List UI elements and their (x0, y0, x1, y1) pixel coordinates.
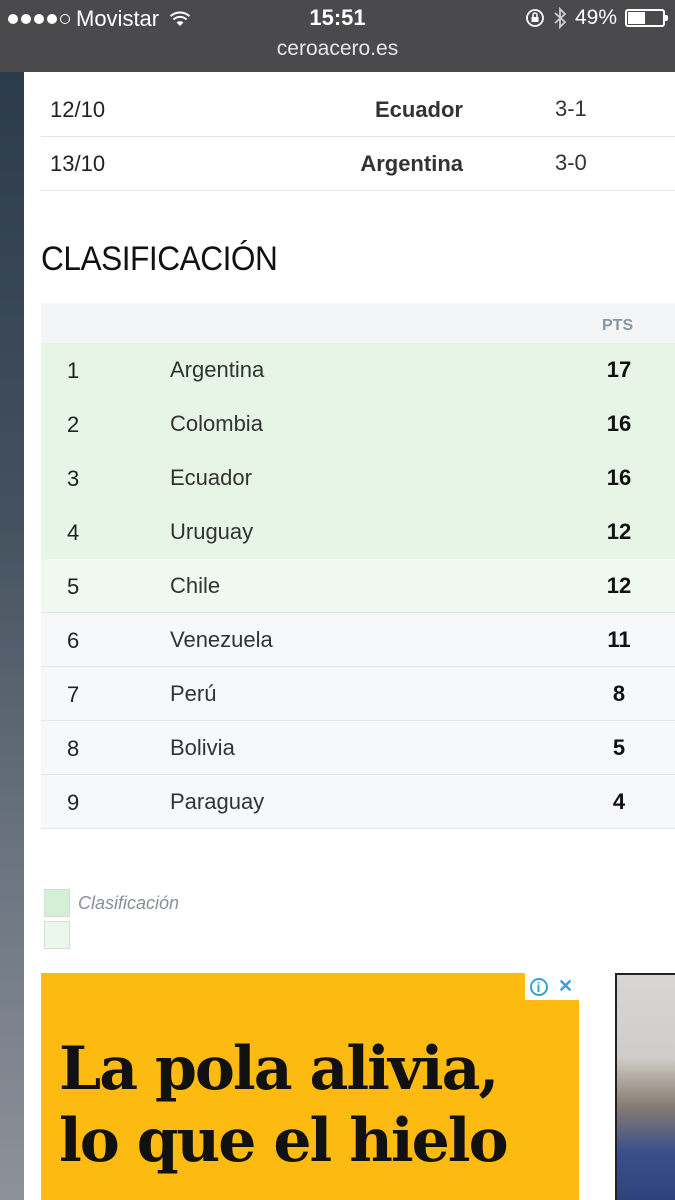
legend-item: Clasificación (44, 887, 179, 919)
match-row[interactable]: 12/10 Ecuador 3-1 (41, 83, 675, 137)
table-row[interactable]: 2 Colombia 16 (41, 397, 675, 451)
team-name[interactable]: Bolivia (170, 735, 235, 761)
team-name[interactable]: Colombia (170, 411, 263, 437)
team-name[interactable]: Paraguay (170, 789, 264, 815)
match-team[interactable]: Argentina (360, 151, 463, 177)
table-row[interactable]: 4 Uruguay 12 (41, 505, 675, 559)
position: 5 (67, 574, 80, 599)
match-score[interactable]: 3-1 (555, 96, 587, 122)
table-row[interactable]: 1 Argentina 17 (41, 343, 675, 397)
legend-label: Clasificación (78, 892, 180, 913)
background-edge (0, 72, 24, 1200)
team-name[interactable]: Perú (170, 681, 216, 707)
ad-line: La pola alivia, (59, 1034, 499, 1104)
points: 16 (606, 465, 632, 490)
legend-item (44, 919, 179, 951)
position: 1 (67, 358, 80, 383)
team-name[interactable]: Argentina (170, 357, 264, 383)
standings-table: PTS 1 Argentina 17 2 Colombia 16 3 Ecuad… (41, 303, 675, 829)
table-row[interactable]: 7 Perú 8 (41, 667, 675, 721)
standings-legend: Clasificación (44, 887, 179, 951)
position: 8 (67, 736, 80, 761)
points: 5 (612, 735, 626, 760)
ad-image[interactable] (615, 973, 675, 1200)
position: 7 (67, 682, 80, 707)
url-bar[interactable]: ceroacero.es (0, 37, 675, 61)
match-score[interactable]: 3-0 (555, 150, 587, 176)
position: 2 (67, 412, 80, 437)
team-name[interactable]: Chile (170, 573, 220, 599)
points: 12 (606, 519, 632, 544)
status-indicators: 49% (525, 6, 668, 30)
match-row[interactable]: 13/10 Argentina 3-0 (41, 137, 675, 191)
table-row[interactable]: 9 Paraguay 4 (41, 775, 675, 829)
close-icon: ✕ (557, 976, 574, 996)
legend-swatch (44, 921, 70, 949)
team-name[interactable]: Venezuela (170, 627, 273, 653)
table-row[interactable]: 3 Ecuador 16 (41, 451, 675, 505)
points: 12 (606, 573, 632, 598)
ad-headline[interactable]: La pola alivia, lo que el hielo (59, 1033, 509, 1177)
ad-info-button[interactable]: i (525, 973, 552, 1000)
points: 17 (606, 357, 632, 382)
ad-line: lo que el hielo (59, 1106, 509, 1176)
standings-title: CLASIFICACIÓN (41, 240, 278, 278)
match-date: 13/10 (50, 151, 106, 176)
ad-controls: i ✕ (525, 973, 579, 1000)
table-row[interactable]: 6 Venezuela 11 (41, 613, 675, 667)
bluetooth-icon (554, 7, 567, 29)
table-row[interactable]: 5 Chile 12 (41, 559, 675, 613)
orientation-lock-icon (526, 9, 544, 27)
team-name[interactable]: Uruguay (170, 519, 253, 545)
position: 9 (67, 790, 80, 815)
info-icon: i (529, 977, 548, 996)
table-header: PTS (41, 303, 675, 343)
points: 8 (612, 681, 626, 706)
points: 16 (606, 411, 632, 436)
battery-percentage: 49% (574, 6, 617, 29)
points: 4 (612, 789, 626, 814)
match-date: 12/10 (50, 97, 106, 122)
battery-icon (625, 9, 668, 27)
team-name[interactable]: Ecuador (170, 465, 252, 491)
battery-level (628, 12, 645, 24)
position: 6 (67, 628, 80, 653)
browser-status-bar: Movistar 15:51 49% ceroacero.es (0, 0, 675, 72)
match-team[interactable]: Ecuador (375, 97, 463, 123)
pts-column-header[interactable]: PTS (602, 317, 633, 335)
table-row[interactable]: 8 Bolivia 5 (41, 721, 675, 775)
ad-close-button[interactable]: ✕ (552, 973, 579, 1000)
position: 3 (67, 466, 80, 491)
advertisement-banner[interactable]: La pola alivia, lo que el hielo i ✕ (41, 973, 579, 1200)
legend-swatch (44, 889, 70, 917)
page-content: 12/10 Ecuador 3-1 13/10 Argentina 3-0 CL… (24, 72, 675, 1200)
points: 11 (607, 627, 631, 652)
position: 4 (67, 520, 80, 545)
